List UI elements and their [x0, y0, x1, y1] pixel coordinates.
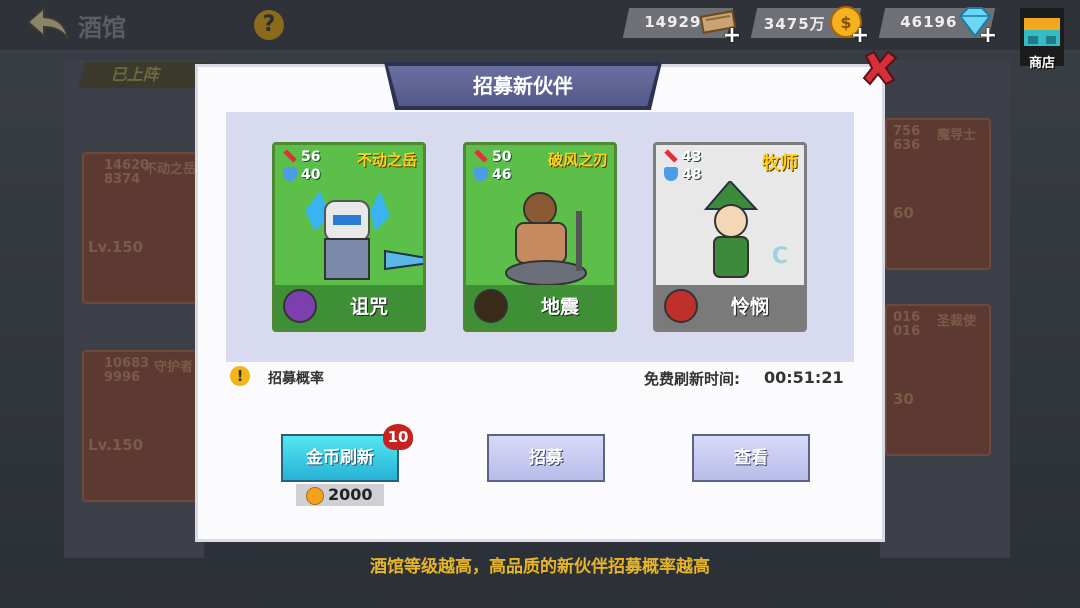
add-wood-button[interactable]: +	[722, 25, 742, 47]
hero-skill: 诅咒	[349, 296, 388, 318]
help-icon[interactable]: ?	[254, 10, 284, 40]
hero-attack: 56	[301, 149, 321, 165]
curse-skill-icon	[283, 289, 317, 323]
mercy-skill-icon	[664, 289, 698, 323]
wood-count: 14929	[644, 13, 702, 31]
earthquake-skill-icon	[474, 289, 508, 323]
hero-attack: 50	[492, 149, 512, 165]
gold-coin-icon	[306, 487, 324, 505]
bg-hero-card: 756 636 魔导士 60	[885, 118, 991, 270]
recruit-rate-link[interactable]: 招募概率	[268, 368, 324, 388]
gold-count: 3475万	[763, 15, 826, 33]
page-title: 酒馆	[78, 14, 126, 42]
add-diamond-button[interactable]: +	[978, 25, 998, 47]
hero-attack: 43	[682, 149, 702, 165]
recruit-button[interactable]: 招募	[487, 434, 605, 482]
hero-skill: 地震	[540, 296, 579, 318]
refresh-cost-value: 2000	[328, 485, 373, 504]
sword-icon	[474, 149, 488, 163]
hero-portrait-icon	[305, 191, 423, 280]
back-arrow-icon[interactable]	[26, 6, 70, 42]
hero-card[interactable]: 56 40 不动之岳 诅咒	[272, 142, 426, 332]
free-refresh-timer: 00:51:21	[764, 368, 844, 387]
hero-card[interactable]: 43 48 牧师 C 怜悯	[653, 142, 807, 332]
shield-icon	[664, 167, 678, 181]
diamond-count: 46196	[900, 13, 958, 31]
refresh-count-badge: 10	[383, 424, 413, 450]
close-icon[interactable]	[860, 48, 900, 88]
shield-icon	[283, 167, 297, 181]
hero-name: 不动之岳	[356, 151, 417, 169]
hero-portrait-icon: C	[703, 181, 788, 278]
hero-portrait-icon	[505, 192, 587, 286]
add-gold-button[interactable]: +	[850, 25, 870, 47]
shop-label: 商店	[1028, 56, 1055, 71]
free-refresh-label: 免费刷新时间:	[644, 370, 740, 388]
hero-name: 破风之刃	[547, 151, 608, 169]
hero-name: 牧师	[762, 153, 798, 174]
sword-icon	[664, 149, 678, 163]
svg-text:C: C	[772, 244, 788, 269]
bg-hero-card: 016 016 圣裁使 30	[885, 304, 991, 456]
gold-refresh-button[interactable]: 金币刷新	[281, 434, 399, 482]
hero-skill: 怜悯	[730, 296, 769, 318]
dialog-title: 招募新伙伴	[388, 66, 658, 106]
view-button[interactable]: 查看	[692, 434, 810, 482]
shield-icon	[474, 167, 488, 181]
bg-hero-card: 10683 9996 守护者 Lv.150	[82, 350, 204, 502]
sword-icon	[283, 149, 297, 163]
tavern-hint: 酒馆等级越高，高品质的新伙伴招募概率越高	[370, 557, 710, 577]
bg-hero-card: 14620 8374 不动之岳 Lv.150	[82, 152, 204, 304]
hero-card[interactable]: 50 46 破风之刃 地震	[463, 142, 617, 332]
info-icon[interactable]: !	[230, 366, 250, 386]
